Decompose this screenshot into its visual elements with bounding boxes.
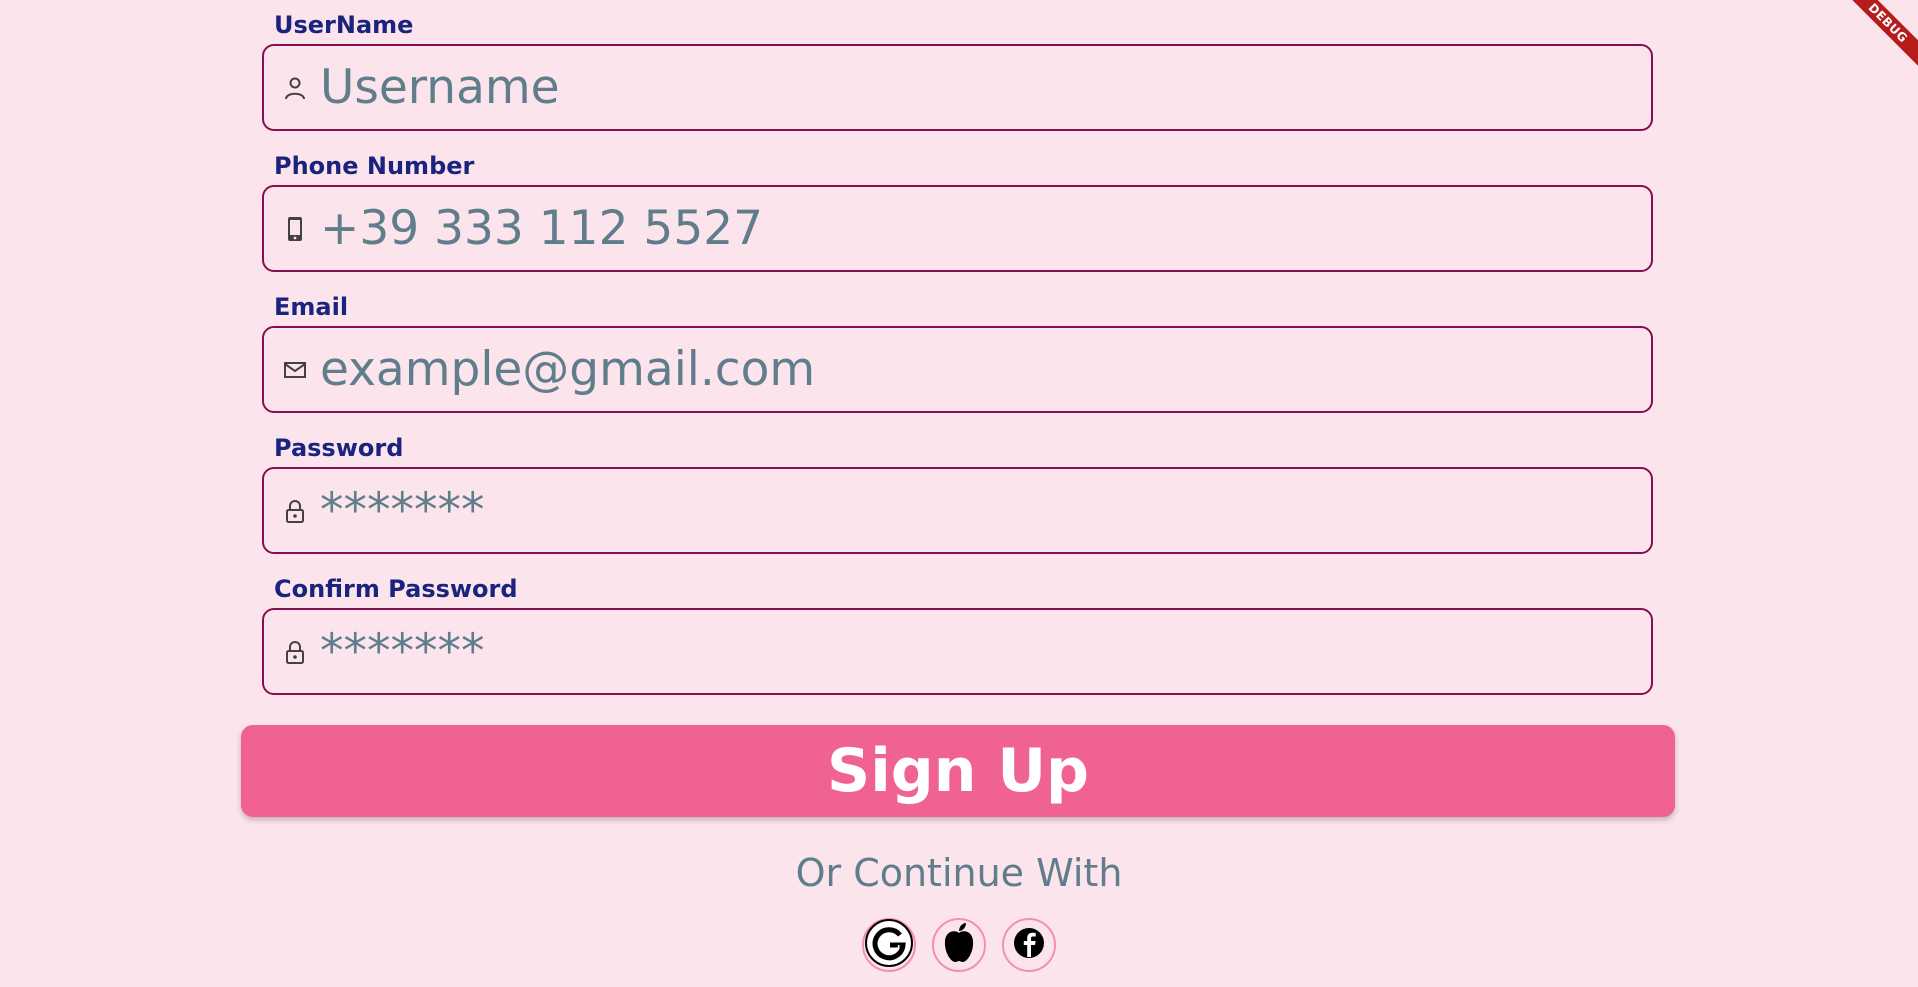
- email-field: [262, 326, 1653, 413]
- google-icon: [864, 918, 914, 972]
- lock-icon: [280, 496, 310, 526]
- apple-login-button[interactable]: [932, 918, 986, 972]
- signup-page: UserName Phone Number Email: [0, 0, 1918, 987]
- phone-icon: [280, 214, 310, 244]
- phone-label: Phone Number: [274, 152, 475, 180]
- phone-input[interactable]: [310, 187, 1651, 270]
- social-login-row: [0, 918, 1918, 972]
- phone-field: [262, 185, 1653, 272]
- username-label: UserName: [274, 11, 414, 39]
- password-input[interactable]: [310, 469, 1651, 552]
- confirm-password-field: [262, 608, 1653, 695]
- continue-with-text: Or Continue With: [795, 851, 1123, 895]
- google-login-button[interactable]: [862, 918, 916, 972]
- mail-icon: [280, 355, 310, 385]
- lock-icon: [280, 637, 310, 667]
- confirm-password-label: Confirm Password: [274, 575, 518, 603]
- password-label: Password: [274, 434, 404, 462]
- email-label: Email: [274, 293, 349, 321]
- confirm-password-input[interactable]: [310, 610, 1651, 693]
- username-field: [262, 44, 1653, 131]
- sign-up-button[interactable]: Sign Up: [241, 725, 1675, 817]
- facebook-icon: [1012, 926, 1046, 964]
- facebook-login-button[interactable]: [1002, 918, 1056, 972]
- apple-icon: [934, 918, 984, 972]
- person-icon: [280, 73, 310, 103]
- debug-banner: DEBUG: [1828, 0, 1918, 90]
- email-input[interactable]: [310, 328, 1651, 411]
- debug-banner-label: DEBUG: [1839, 0, 1918, 72]
- username-input[interactable]: [310, 46, 1651, 129]
- password-field: [262, 467, 1653, 554]
